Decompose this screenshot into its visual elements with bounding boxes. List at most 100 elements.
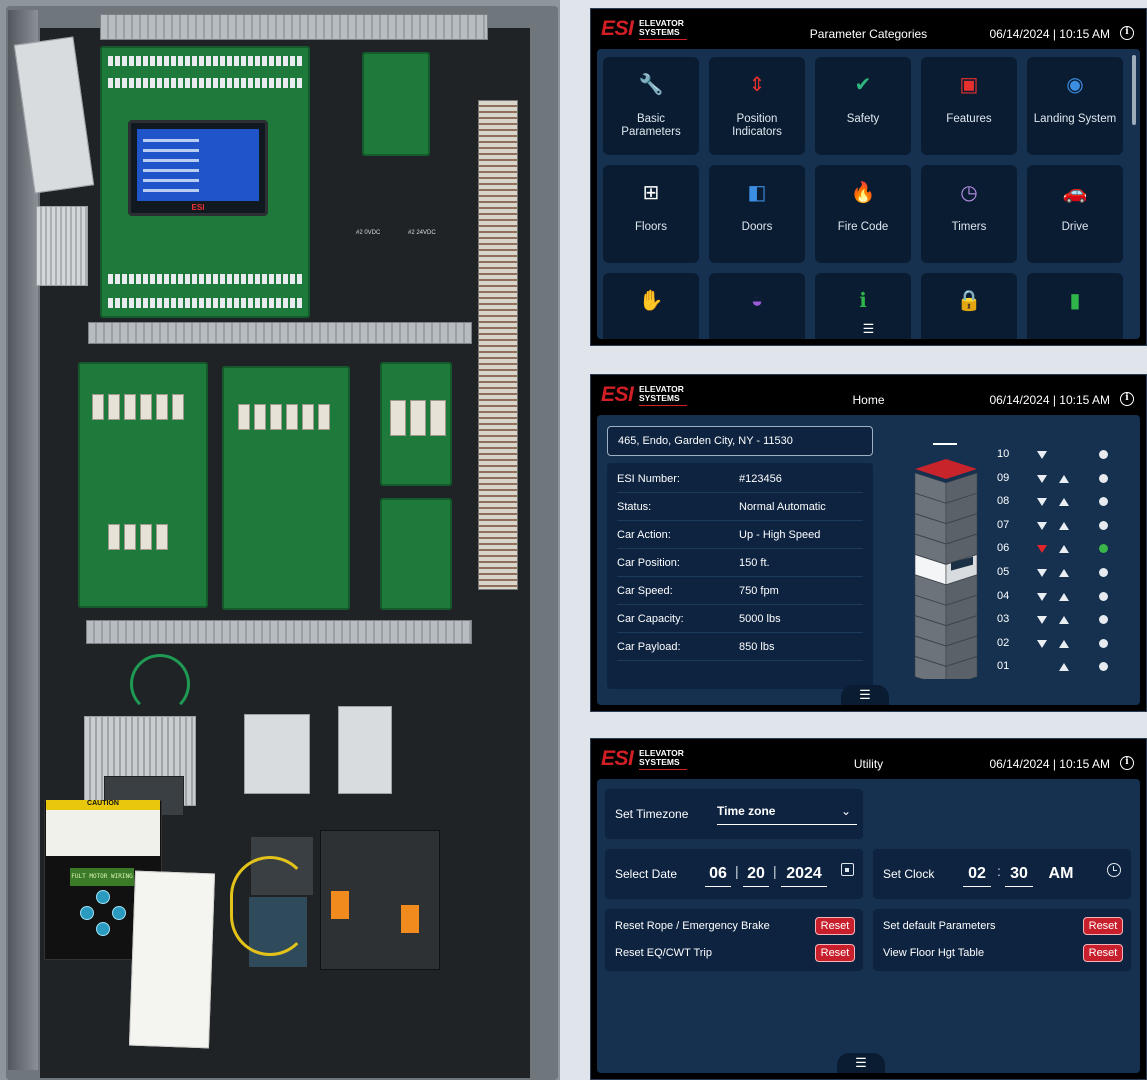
hall-call-up-icon[interactable] [1059, 498, 1069, 507]
floorplan-icon: ⊞ [642, 182, 660, 204]
relay-board-3 [380, 362, 452, 486]
menu-icon[interactable]: ☰ [837, 1053, 885, 1073]
category-tile[interactable]: ✔ Safety [815, 57, 911, 155]
hall-call-down-icon[interactable] [1037, 474, 1047, 483]
category-tile[interactable]: ◧ Doors [709, 165, 805, 263]
fire-icon: 🔥 [850, 182, 876, 204]
hall-call-down-icon[interactable] [1037, 592, 1047, 601]
action-row: View Floor Hgt Table Reset [883, 942, 1123, 964]
hall-call-up-icon[interactable] [1059, 663, 1069, 672]
clock-label: Set Clock [883, 867, 935, 881]
clock-icon[interactable] [1107, 863, 1121, 877]
hall-call-up-icon[interactable] [1059, 545, 1069, 554]
wire-duct-middle [88, 322, 472, 344]
floor-number: 06 [997, 542, 1010, 555]
hall-call-down-icon[interactable] [1037, 616, 1047, 625]
date-month-field[interactable]: 06 [705, 861, 731, 887]
info-key: Car Action: [617, 529, 671, 541]
category-tile[interactable]: ◷ Timers [921, 165, 1017, 263]
car-call-indicator[interactable] [1099, 450, 1108, 459]
hall-call-down-icon[interactable] [1037, 569, 1047, 577]
category-tile[interactable]: 🔒 [921, 273, 1017, 339]
category-tile[interactable]: 🚗 Drive [1027, 165, 1123, 263]
category-grid: 🔧 Basic Parameters ⇕ Position Indicators ✔ Sa… [597, 49, 1140, 339]
category-label: Features [946, 113, 992, 125]
floor-number: 02 [997, 636, 1010, 649]
floor-row: 02 [997, 634, 1117, 654]
category-tile[interactable]: 🔧 Basic Parameters [603, 57, 699, 155]
hall-call-up-icon[interactable] [1059, 592, 1069, 601]
date-label: Select Date [615, 867, 678, 881]
hall-call-down-icon[interactable] [1037, 451, 1047, 459]
car-call-indicator[interactable] [1099, 520, 1108, 530]
landing-icon: ◉ [1066, 74, 1084, 96]
info-key: Status: [617, 501, 652, 513]
date-separator: | [735, 863, 739, 879]
home-content: 465, Endo, Garden City, NY - 11530 ESI N… [597, 415, 1140, 705]
circuit-breakers [338, 706, 392, 794]
info-key: Car Capacity: [617, 613, 684, 625]
info-key: Car Position: [617, 557, 680, 569]
hall-call-up-icon[interactable] [1059, 639, 1069, 648]
top-bar: ESI ELEVATOR SYSTEMS Parameter Categories… [591, 9, 1146, 47]
category-tile[interactable]: ⊞ Floors [603, 165, 699, 263]
info-value: Normal Automatic [739, 501, 826, 513]
info-key: Car Speed: [617, 585, 673, 597]
clock-minute-field[interactable]: 30 [1005, 861, 1033, 887]
hall-call-down-icon[interactable] [1037, 639, 1047, 648]
calendar-icon[interactable] [841, 863, 854, 876]
car-call-indicator[interactable] [1099, 568, 1108, 577]
shaft-top-marker [933, 443, 957, 445]
hall-call-down-icon[interactable] [1037, 545, 1047, 554]
hall-call-down-icon[interactable] [1037, 521, 1047, 530]
hall-call-down-icon[interactable] [1037, 498, 1047, 507]
reset-button[interactable]: Reset [1083, 917, 1123, 935]
category-tile[interactable]: ▣ Features [921, 57, 1017, 155]
category-tile[interactable]: ◒ [709, 273, 805, 339]
menu-icon[interactable]: ☰ [844, 319, 893, 339]
hall-call-up-icon[interactable] [1059, 521, 1069, 530]
floor-number: 09 [997, 471, 1010, 484]
scrollbar[interactable] [1132, 55, 1136, 125]
category-tile[interactable]: ▮ [1027, 273, 1123, 339]
terminal-label-0vdc: #2 0VDC [356, 230, 381, 236]
clock-hour-field[interactable]: 02 [963, 861, 991, 887]
category-tile[interactable]: 🔥 Fire Code [815, 165, 911, 263]
hall-call-up-icon[interactable] [1059, 474, 1069, 483]
info-icon[interactable]: i [1120, 756, 1134, 770]
gift-icon: ▣ [959, 74, 979, 96]
menu-icon[interactable]: ☰ [841, 685, 889, 705]
timezone-select[interactable]: Time zone ⌄ [717, 797, 857, 825]
date-year-field[interactable]: 2024 [781, 861, 827, 887]
power-supply-ps1 [36, 206, 88, 286]
car-call-indicator[interactable] [1099, 544, 1108, 554]
hall-call-up-icon[interactable] [1059, 569, 1069, 577]
action-label: Reset EQ/CWT Trip [615, 947, 712, 959]
category-tile[interactable]: ◉ Landing System [1027, 57, 1123, 155]
controller-cabinet-photo: ESI #2 0VDC #2 24VDC CAUTION FULT MOTOR … [0, 0, 560, 1080]
screen-brand-text: ESI [191, 203, 205, 212]
info-icon[interactable]: i [1120, 26, 1134, 40]
caution-label: CAUTION [46, 800, 160, 856]
car-call-indicator[interactable] [1099, 497, 1108, 507]
manual-paper [128, 870, 216, 1049]
car-call-indicator[interactable] [1099, 591, 1108, 601]
clock-ampm-field[interactable]: AM [1043, 861, 1079, 887]
info-icon[interactable]: i [1120, 392, 1134, 406]
category-tile[interactable]: ✋ [603, 273, 699, 339]
shield-check-icon: ✔ [854, 74, 872, 96]
reset-actions-right: Set default Parameters Reset View Floor Hg… [873, 909, 1131, 971]
reset-button[interactable]: Reset [815, 944, 855, 962]
car-call-indicator[interactable] [1099, 615, 1108, 625]
car-call-indicator[interactable] [1099, 662, 1108, 672]
reset-button[interactable]: Reset [1083, 944, 1123, 962]
car-call-indicator[interactable] [1099, 638, 1108, 648]
reset-button[interactable]: Reset [815, 917, 855, 935]
date-day-field[interactable]: 20 [743, 861, 769, 887]
car-call-indicator[interactable] [1099, 473, 1108, 483]
info-row: Car Payload: 850 lbs [617, 633, 863, 661]
info-value: 850 lbs [739, 641, 775, 653]
category-tile[interactable]: ⇕ Position Indicators [709, 57, 805, 155]
action-row: Reset EQ/CWT Trip Reset [615, 942, 855, 964]
hall-call-up-icon[interactable] [1059, 616, 1069, 625]
